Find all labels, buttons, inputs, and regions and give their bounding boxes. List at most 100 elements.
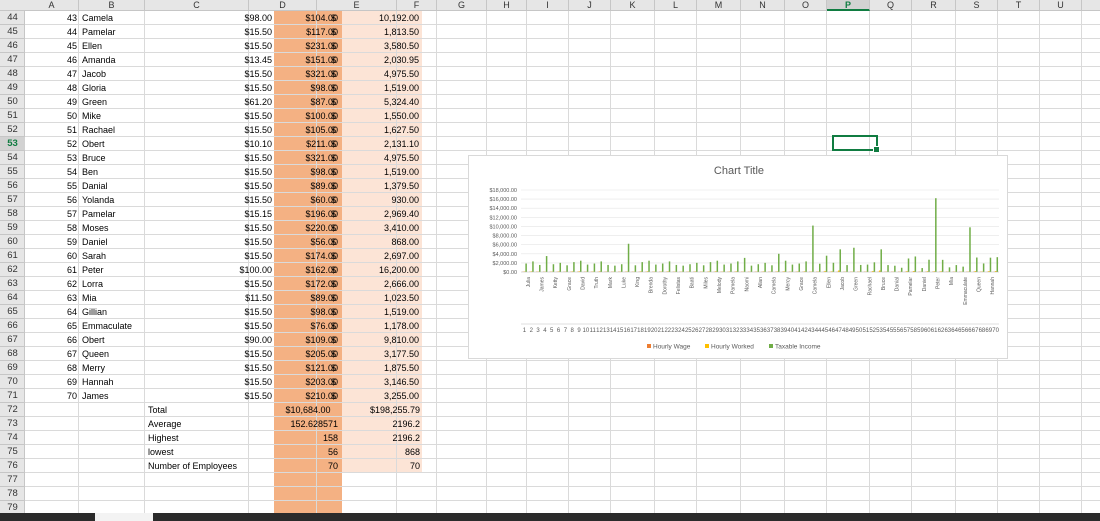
hourly-wage-cell[interactable]: $15.50 bbox=[170, 193, 274, 207]
row-header-71[interactable]: 71 bbox=[0, 389, 25, 403]
taxable-income-cell[interactable]: 2,131.10 bbox=[342, 137, 422, 151]
active-cell-selection[interactable] bbox=[832, 135, 880, 153]
employee-number-cell[interactable]: 46 bbox=[25, 53, 79, 67]
taxable-income-cell[interactable]: 9,810.00 bbox=[342, 333, 422, 347]
row-header-77[interactable]: 77 bbox=[0, 473, 25, 487]
taxable-income-cell[interactable]: 1,813.50 bbox=[342, 25, 422, 39]
hourly-wage-cell[interactable]: $10.10 bbox=[170, 137, 274, 151]
employee-name-cell[interactable]: James bbox=[80, 389, 170, 403]
taxable-income-cell[interactable]: 16,200.00 bbox=[342, 263, 422, 277]
summary-value-d[interactable]: $10,684.00 bbox=[274, 403, 342, 417]
summary-label[interactable]: Highest bbox=[146, 431, 274, 445]
row-header-55[interactable]: 55 bbox=[0, 165, 25, 179]
taxable-income-cell[interactable]: 2,666.00 bbox=[342, 277, 422, 291]
employee-number-cell[interactable]: 56 bbox=[25, 193, 79, 207]
employee-name-cell[interactable]: Ellen bbox=[80, 39, 170, 53]
employee-number-cell[interactable]: 47 bbox=[25, 67, 79, 81]
row-header-63[interactable]: 63 bbox=[0, 277, 25, 291]
column-header-l[interactable]: L bbox=[655, 0, 697, 11]
row-header-62[interactable]: 62 bbox=[0, 263, 25, 277]
row-header-78[interactable]: 78 bbox=[0, 487, 25, 501]
employee-number-cell[interactable]: 60 bbox=[25, 249, 79, 263]
column-header-p[interactable]: P bbox=[827, 0, 870, 11]
row-header-47[interactable]: 47 bbox=[0, 53, 25, 67]
employee-number-cell[interactable]: 58 bbox=[25, 221, 79, 235]
hourly-wage-cell[interactable]: $15.50 bbox=[170, 347, 274, 361]
taxable-income-cell[interactable]: 5,324.40 bbox=[342, 95, 422, 109]
employee-name-cell[interactable]: Sarah bbox=[80, 249, 170, 263]
employee-number-cell[interactable]: 67 bbox=[25, 347, 79, 361]
row-header-60[interactable]: 60 bbox=[0, 235, 25, 249]
employee-number-cell[interactable]: 52 bbox=[25, 137, 79, 151]
employee-number-cell[interactable]: 53 bbox=[25, 151, 79, 165]
hourly-wage-cell[interactable]: $15.50 bbox=[170, 39, 274, 53]
row-header-66[interactable]: 66 bbox=[0, 319, 25, 333]
row-header-75[interactable]: 75 bbox=[0, 445, 25, 459]
employee-number-cell[interactable]: 44 bbox=[25, 25, 79, 39]
summary-value-e[interactable]: $198,255.79 bbox=[342, 403, 422, 417]
employee-name-cell[interactable]: Jacob bbox=[80, 67, 170, 81]
employee-name-cell[interactable]: Green bbox=[80, 95, 170, 109]
row-header-52[interactable]: 52 bbox=[0, 123, 25, 137]
row-header-45[interactable]: 45 bbox=[0, 25, 25, 39]
taxable-income-cell[interactable]: 1,023.50 bbox=[342, 291, 422, 305]
employee-number-cell[interactable]: 59 bbox=[25, 235, 79, 249]
row-header-54[interactable]: 54 bbox=[0, 151, 25, 165]
row-header-56[interactable]: 56 bbox=[0, 179, 25, 193]
column-header-q[interactable]: Q bbox=[870, 0, 912, 11]
hourly-wage-cell[interactable]: $11.50 bbox=[170, 291, 274, 305]
row-header-57[interactable]: 57 bbox=[0, 193, 25, 207]
taxable-income-cell[interactable]: 2,030.95 bbox=[342, 53, 422, 67]
employee-name-cell[interactable]: Lorra bbox=[80, 277, 170, 291]
employee-name-cell[interactable]: Yolanda bbox=[80, 193, 170, 207]
hourly-wage-cell[interactable]: $15.50 bbox=[170, 179, 274, 193]
taxable-income-cell[interactable]: 1,550.00 bbox=[342, 109, 422, 123]
hourly-wage-cell[interactable]: $15.50 bbox=[170, 67, 274, 81]
taxable-income-cell[interactable]: 3,146.50 bbox=[342, 375, 422, 389]
employee-name-cell[interactable]: Moses bbox=[80, 221, 170, 235]
summary-label[interactable]: Number of Employees bbox=[146, 459, 274, 473]
sheet-tab[interactable] bbox=[95, 513, 153, 521]
column-header-k[interactable]: K bbox=[611, 0, 655, 11]
summary-label[interactable]: Total bbox=[146, 403, 274, 417]
row-header-50[interactable]: 50 bbox=[0, 95, 25, 109]
hourly-wage-cell[interactable]: $15.50 bbox=[170, 25, 274, 39]
employee-name-cell[interactable]: Danial bbox=[80, 179, 170, 193]
taxable-income-cell[interactable]: 1,627.50 bbox=[342, 123, 422, 137]
row-header-44[interactable]: 44 bbox=[0, 11, 25, 25]
hourly-wage-cell[interactable]: $15.50 bbox=[170, 305, 274, 319]
hourly-wage-cell[interactable]: $15.50 bbox=[170, 389, 274, 403]
employee-name-cell[interactable]: Obert bbox=[80, 333, 170, 347]
taxable-income-cell[interactable]: 2,969.40 bbox=[342, 207, 422, 221]
employee-number-cell[interactable]: 62 bbox=[25, 277, 79, 291]
summary-value-e[interactable]: 2196.2 bbox=[342, 431, 422, 445]
hourly-wage-cell[interactable]: $90.00 bbox=[170, 333, 274, 347]
taxable-income-cell[interactable]: 10,192.00 bbox=[342, 11, 422, 25]
taxable-income-cell[interactable]: 3,410.00 bbox=[342, 221, 422, 235]
column-header-b[interactable]: B bbox=[79, 0, 145, 11]
column-header-r[interactable]: R bbox=[912, 0, 956, 11]
hourly-wage-cell[interactable]: $15.50 bbox=[170, 165, 274, 179]
employee-number-cell[interactable]: 70 bbox=[25, 389, 79, 403]
employee-name-cell[interactable]: Camela bbox=[80, 11, 170, 25]
taxable-income-cell[interactable]: 2,697.00 bbox=[342, 249, 422, 263]
row-header-70[interactable]: 70 bbox=[0, 375, 25, 389]
employee-name-cell[interactable]: Pamelar bbox=[80, 207, 170, 221]
row-header-76[interactable]: 76 bbox=[0, 459, 25, 473]
employee-number-cell[interactable]: 50 bbox=[25, 109, 79, 123]
taxable-income-cell[interactable]: 930.00 bbox=[342, 193, 422, 207]
employee-number-cell[interactable]: 54 bbox=[25, 165, 79, 179]
column-header-e[interactable]: E bbox=[317, 0, 397, 11]
row-header-46[interactable]: 46 bbox=[0, 39, 25, 53]
row-header-67[interactable]: 67 bbox=[0, 333, 25, 347]
employee-number-cell[interactable]: 49 bbox=[25, 95, 79, 109]
hourly-wage-cell[interactable]: $15.50 bbox=[170, 319, 274, 333]
column-header-f[interactable]: F bbox=[397, 0, 437, 11]
hourly-wage-cell[interactable]: $15.50 bbox=[170, 151, 274, 165]
employee-name-cell[interactable]: Merry bbox=[80, 361, 170, 375]
row-header-61[interactable]: 61 bbox=[0, 249, 25, 263]
hourly-wage-cell[interactable]: $15.50 bbox=[170, 123, 274, 137]
taxable-income-cell[interactable]: 3,580.50 bbox=[342, 39, 422, 53]
employee-name-cell[interactable]: Gillian bbox=[80, 305, 170, 319]
column-header-d[interactable]: D bbox=[249, 0, 317, 11]
